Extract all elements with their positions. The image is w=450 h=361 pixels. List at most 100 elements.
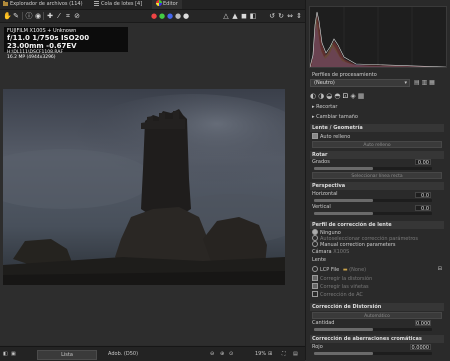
exposure-info: f/11.0 1/750s ISO200 23.00mm -0.67EV bbox=[7, 34, 90, 50]
hand-icon[interactable]: ✋ bbox=[3, 12, 12, 20]
tab-batch-queue[interactable]: Cola de lotes [4] bbox=[94, 0, 142, 9]
correct-vignetting-checkbox[interactable]: Corregir las viñetas bbox=[312, 283, 442, 290]
tab-metadata-icon[interactable]: ▦ bbox=[358, 92, 367, 100]
chevron-down-icon: ▾ bbox=[404, 80, 407, 86]
bottom-toolbar: ◧ ▣ Lista Adob. (D50) ⊖ ⊕ ⊙ 19% ⊞ ⛶ ▤ bbox=[0, 346, 305, 361]
save-icon[interactable]: ▤ bbox=[293, 350, 298, 358]
vertical-slider[interactable] bbox=[314, 212, 432, 215]
rotate-right-icon[interactable]: ↻ bbox=[277, 12, 285, 20]
hand-tool-icon[interactable]: ✚ bbox=[46, 12, 54, 20]
degrees-slider[interactable] bbox=[314, 167, 432, 170]
lcp-value: (None) bbox=[349, 267, 367, 273]
radio-icon bbox=[312, 241, 318, 247]
histogram bbox=[309, 6, 447, 68]
zoom-fit-icon[interactable]: ⊙ bbox=[229, 350, 233, 358]
tab-exposure-icon[interactable]: ◑ bbox=[318, 92, 326, 100]
white-balance-icon[interactable]: ⁄ bbox=[55, 12, 63, 20]
toolbar-divider bbox=[22, 12, 23, 20]
lens-geometry-header[interactable]: Lente / Geometría bbox=[310, 124, 444, 132]
image-size: 16.2 MP (4944x3296) bbox=[7, 55, 56, 60]
red-slider[interactable] bbox=[314, 352, 432, 355]
lcp-label: LCP File bbox=[320, 267, 340, 273]
tab-raw-icon[interactable]: ◈ bbox=[350, 92, 357, 100]
preview-red-icon[interactable]: ● bbox=[150, 12, 158, 20]
history-icon[interactable]: ◉ bbox=[34, 12, 42, 20]
castle-photo bbox=[3, 89, 285, 285]
straighten-icon[interactable]: ⊘ bbox=[73, 12, 81, 20]
horizontal-value[interactable]: 0.0 bbox=[415, 192, 431, 199]
photo-preview bbox=[3, 89, 285, 285]
auto-fill-button[interactable]: Auto relleno bbox=[312, 141, 442, 148]
red-value[interactable]: 0.0000 bbox=[410, 344, 431, 351]
zoom-mode-select[interactable]: Lista bbox=[37, 350, 97, 360]
tab-editor[interactable]: Editor bbox=[152, 0, 182, 9]
color-pick-icon[interactable]: ◼ bbox=[240, 12, 248, 20]
checkbox-icon bbox=[312, 291, 318, 297]
rotate-header[interactable]: Rotar bbox=[310, 151, 444, 159]
lock-icon[interactable]: ▣ bbox=[11, 350, 17, 358]
checkbox-icon bbox=[312, 133, 318, 139]
horizontal-slider[interactable] bbox=[314, 199, 432, 202]
correct-distortion-checkbox[interactable]: Corregir la distorsión bbox=[312, 275, 442, 282]
reset-icon[interactable]: ⊟ bbox=[438, 266, 442, 273]
toolbar-divider bbox=[43, 12, 44, 20]
lens-label: Lente bbox=[312, 257, 326, 263]
crop-label: Recortar bbox=[316, 104, 338, 110]
tab-favorites-icon[interactable]: ◐ bbox=[310, 92, 318, 100]
automatic-button[interactable]: Automático bbox=[312, 312, 442, 319]
shadow-clip-icon[interactable]: △ bbox=[222, 12, 230, 20]
resize-label: Cambiar tamaño bbox=[316, 114, 358, 120]
amount-slider[interactable] bbox=[314, 328, 432, 331]
zoom-out-icon[interactable]: ⊖ bbox=[210, 350, 214, 358]
histogram-graph bbox=[310, 7, 446, 67]
profiles-header: Perfiles de procesamiento bbox=[312, 72, 377, 78]
zoom-in-icon[interactable]: ⊕ bbox=[220, 350, 224, 358]
flip-icon[interactable]: ⇔ bbox=[286, 12, 294, 20]
preview-blue-icon[interactable]: ● bbox=[166, 12, 174, 20]
histogram-tool-icons bbox=[446, 6, 450, 66]
lens-row[interactable]: Lente bbox=[312, 257, 442, 264]
autofill-checkbox[interactable]: Auto relleno bbox=[312, 133, 442, 140]
camera-row[interactable]: Cámara X100S bbox=[312, 249, 442, 256]
flip-vertical-icon[interactable]: ⇕ bbox=[295, 12, 303, 20]
zoom-percent: 19% bbox=[255, 351, 267, 357]
checkbox-icon bbox=[312, 283, 318, 289]
ca-header[interactable]: Corrección de aberraciones cromáticas bbox=[310, 335, 444, 343]
profile-label: Adob. (D50) bbox=[108, 351, 139, 357]
editor-toolbar: ✋ ✎ ⓘ ◉ ✚ ⁄ ⌗ ⊘ ● ● ● ● ● △ ▲ ◼ ◧ ↺ ↻ ⇔ … bbox=[0, 10, 305, 23]
amount-value[interactable]: 0.000 bbox=[415, 320, 431, 327]
camera-label: Cámara bbox=[312, 249, 332, 255]
distortion-header[interactable]: Corrección de Distorsión bbox=[310, 303, 444, 311]
pencil-icon[interactable]: ✎ bbox=[12, 12, 20, 20]
profile-action-icons[interactable]: ▤ ▥ ▦ bbox=[414, 79, 446, 87]
tab-editor-label: Editor bbox=[163, 1, 178, 7]
preview-bg-icon[interactable]: ◧ bbox=[249, 12, 257, 20]
tab-batch-queue-label: Cola de lotes [4] bbox=[101, 1, 143, 7]
radio-icon bbox=[312, 266, 318, 272]
queue-icon bbox=[94, 1, 99, 6]
select-straight-line-button[interactable]: Seleccionar línea recta bbox=[312, 172, 442, 179]
info-icon[interactable]: ⓘ bbox=[25, 12, 33, 20]
profile-select[interactable]: (Neutro) ▾ bbox=[310, 79, 410, 87]
preview-focus-icon[interactable]: ● bbox=[182, 12, 190, 20]
zoom-100-icon[interactable]: ⊞ bbox=[268, 350, 272, 358]
crop-icon[interactable]: ⌗ bbox=[64, 12, 72, 20]
fullscreen-icon[interactable]: ⛶ bbox=[282, 350, 286, 358]
folder-icon: ▬ bbox=[342, 267, 348, 273]
resize-section[interactable]: ▸ Cambiar tamaño bbox=[312, 114, 442, 121]
lens-profile-header[interactable]: Perfil de corrección de lente bbox=[310, 221, 444, 229]
preview-luminance-icon[interactable]: ● bbox=[174, 12, 182, 20]
vertical-value[interactable]: 0.0 bbox=[415, 205, 431, 212]
lcp-file-row[interactable]: LCP File ▬ (None) ⊟ bbox=[312, 266, 442, 273]
preview-green-icon[interactable]: ● bbox=[158, 12, 166, 20]
camera-value: X100S bbox=[333, 249, 350, 255]
before-after-icon[interactable]: ◧ bbox=[3, 350, 9, 358]
tab-file-browser[interactable]: Explorador de archivos (114) bbox=[3, 0, 83, 9]
rotate-left-icon[interactable]: ↺ bbox=[268, 12, 276, 20]
crop-section[interactable]: ▸ Recortar bbox=[312, 104, 442, 111]
correct-ca-checkbox[interactable]: Corrección de AC bbox=[312, 291, 442, 298]
perspective-header[interactable]: Perspectiva bbox=[310, 182, 444, 190]
radio-manual[interactable]: Manual correction parameters bbox=[312, 241, 442, 248]
highlight-clip-icon[interactable]: ▲ bbox=[231, 12, 239, 20]
degrees-value[interactable]: 0.00 bbox=[415, 159, 431, 166]
